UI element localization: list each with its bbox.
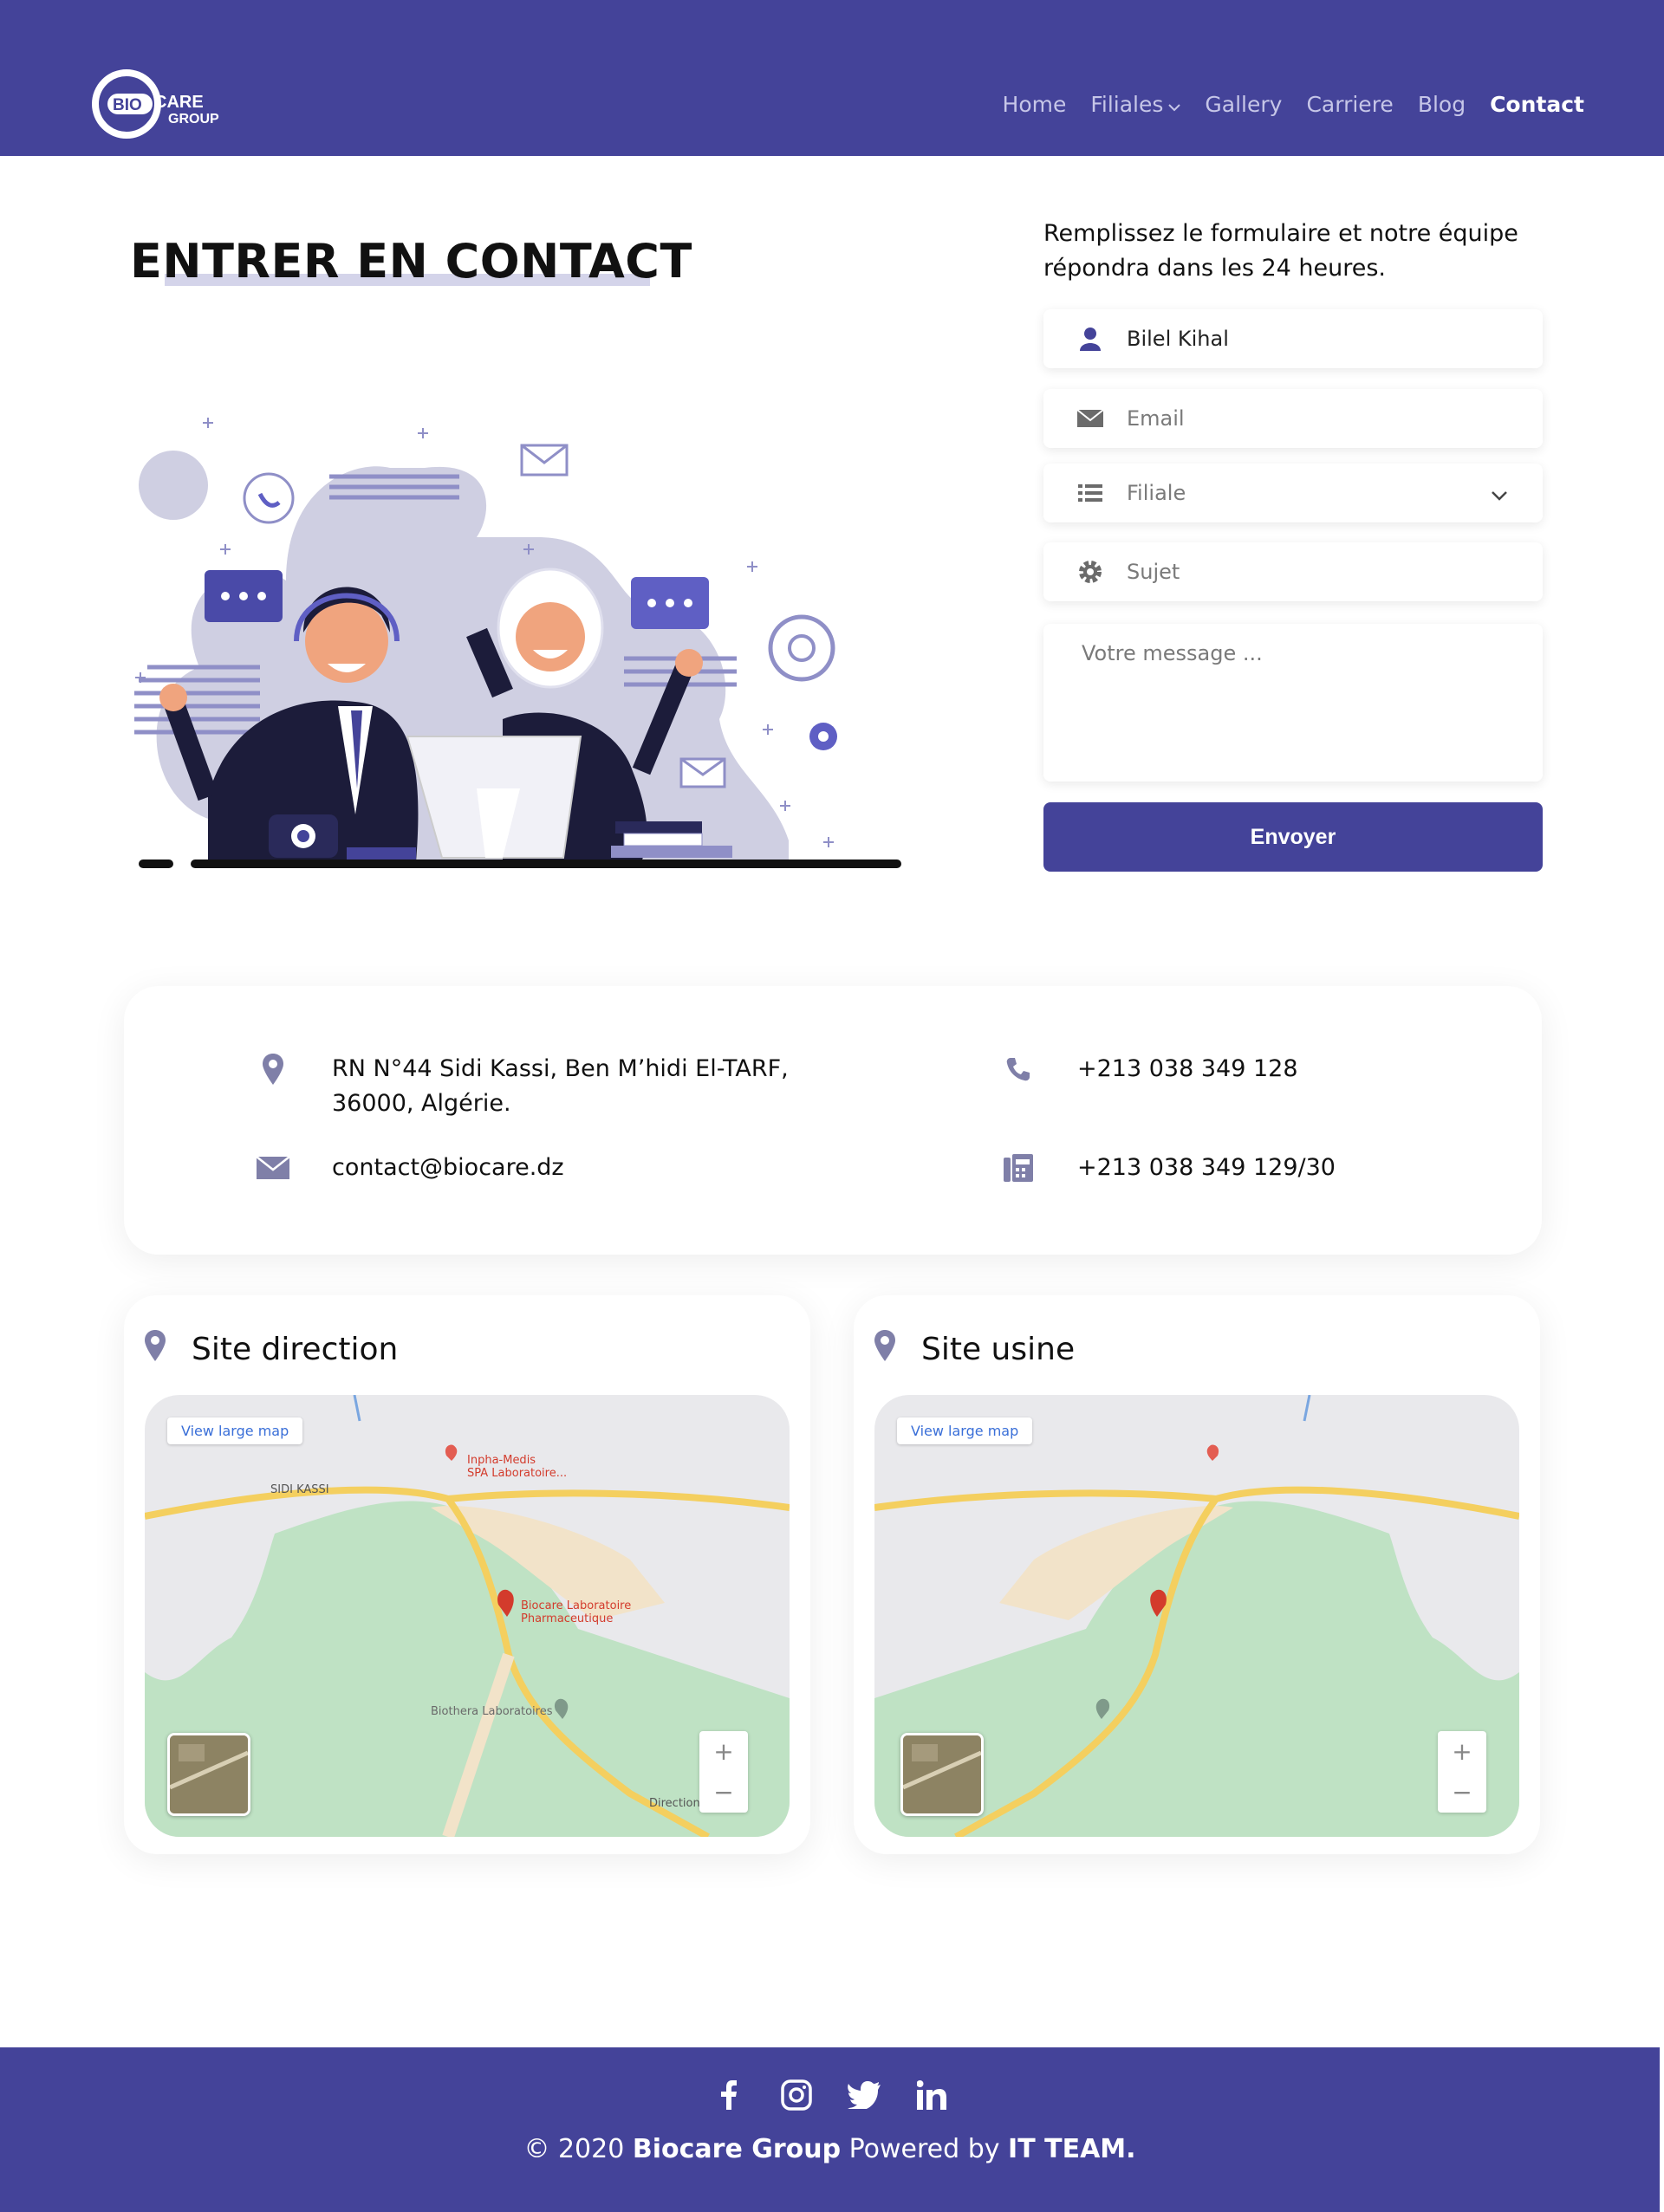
contact-info-card: RN N°44 Sidi Kassi, Ben M’hidi El-TARF, 3… (124, 986, 1542, 1255)
fax-icon (1001, 1151, 1036, 1185)
nav-home[interactable]: Home (1003, 92, 1067, 117)
site-usine-card: Site usine View large map + − (854, 1295, 1540, 1854)
email-input[interactable]: Email (1127, 406, 1185, 431)
map-label-inpha-2: SPA Laboratoire... (467, 1467, 568, 1480)
map-label-biocare-1: Biocare Laboratoire (521, 1599, 632, 1612)
site-direction-heading: Site direction (145, 1330, 398, 1369)
address-item: RN N°44 Sidi Kassi, Ben M’hidi El-TARF, 3… (256, 1052, 789, 1121)
logo-text-care: CARE (154, 93, 204, 112)
site-usine-title: Site usine (921, 1332, 1076, 1367)
site-direction-title: Site direction (192, 1332, 399, 1367)
satellite-toggle[interactable] (900, 1733, 984, 1816)
view-large-map-link[interactable]: View large map (897, 1417, 1033, 1444)
email-item: contact@biocare.dz (256, 1151, 564, 1185)
nav-carriere[interactable]: Carriere (1306, 92, 1393, 117)
fax-number: +213 038 349 129/30 (1077, 1154, 1336, 1181)
submit-button[interactable]: Envoyer (1043, 802, 1543, 872)
address-line2: 36000, Algérie. (332, 1090, 511, 1117)
phone-item: +213 038 349 128 (1001, 1052, 1298, 1087)
site-usine-map[interactable]: View large map + − (874, 1395, 1519, 1837)
user-icon (1076, 327, 1104, 351)
filiale-select[interactable]: Filiale (1043, 464, 1543, 522)
phone-icon (1001, 1052, 1036, 1087)
satellite-toggle[interactable] (167, 1733, 250, 1816)
address-line1: RN N°44 Sidi Kassi, Ben M’hidi El-TARF, (332, 1055, 789, 1082)
site-footer: © 2020 Biocare Group Powered by IT TEAM. (0, 2047, 1660, 2212)
gear-icon (1076, 560, 1104, 584)
linkedin-icon[interactable] (915, 2079, 948, 2111)
twitter-icon[interactable] (847, 2079, 881, 2111)
message-placeholder: Votre message ... (1082, 641, 1263, 665)
copyright-dot: . (1126, 2134, 1136, 2164)
site-direction-map[interactable]: View large map Biocare Laboratoire Pharma… (145, 1395, 790, 1837)
map-label-biocare: Biocare Laboratoire Pharmaceutique (521, 1599, 631, 1625)
zoom-in-button[interactable]: + (1452, 1737, 1472, 1766)
site-usine-heading: Site usine (874, 1330, 1075, 1369)
name-input[interactable]: Bilel Kihal (1127, 327, 1229, 351)
nav-blog[interactable]: Blog (1418, 92, 1466, 117)
nav-filiales-label: Filiales (1090, 92, 1164, 117)
main-nav: Home Filiales Gallery Carriere Blog Cont… (1003, 92, 1584, 117)
instagram-icon[interactable] (780, 2079, 813, 2111)
nav-contact[interactable]: Contact (1490, 92, 1584, 117)
nav-gallery[interactable]: Gallery (1205, 92, 1282, 117)
map-label-biothera: Biothera Laboratoires (431, 1705, 553, 1718)
map-pin-icon (256, 1052, 290, 1087)
list-icon (1076, 481, 1104, 505)
email-address[interactable]: contact@biocare.dz (332, 1151, 564, 1185)
copyright: © 2020 Biocare Group Powered by IT TEAM. (0, 2134, 1660, 2164)
site-direction-card: Site direction View large map Biocare La… (124, 1295, 810, 1854)
map-pin-icon (145, 1330, 166, 1369)
map-zoom-controls: + − (1438, 1731, 1486, 1813)
social-links (0, 2079, 1660, 2111)
map-label-inpha-1: Inpha-Medis (467, 1454, 536, 1467)
logo-text-bio: BIO (113, 96, 142, 114)
zoom-in-button[interactable]: + (713, 1737, 733, 1766)
copyright-team: IT TEAM (1008, 2134, 1127, 2164)
copyright-prefix: © 2020 (523, 2134, 633, 2164)
message-textarea[interactable]: Votre message ... (1043, 624, 1543, 782)
page-title: ENTRER EN CONTACT (130, 234, 692, 289)
name-field[interactable]: Bilel Kihal (1043, 309, 1543, 368)
copyright-company: Biocare Group (632, 2134, 842, 2164)
chevron-down-icon (1491, 483, 1508, 507)
envelope-icon (256, 1151, 290, 1185)
form-intro: Remplissez le formulaire et notre équipe… (1043, 220, 1518, 282)
facebook-icon[interactable] (712, 2079, 745, 2111)
chevron-down-icon (1168, 92, 1181, 117)
subject-field[interactable]: Sujet (1043, 542, 1543, 601)
map-label-inpha: Inpha-Medis SPA Laboratoire... (467, 1454, 567, 1480)
email-field[interactable]: Email (1043, 389, 1543, 448)
map-label-sidi-kassi: SIDI KASSI (270, 1483, 329, 1496)
map-label-direction: Direction (649, 1797, 700, 1810)
logo-text-group: GROUP (168, 112, 219, 126)
site-header: BIO CARE GROUP Home Filiales Gallery Car… (0, 0, 1664, 156)
envelope-icon (1076, 406, 1104, 431)
fax-item: +213 038 349 129/30 (1001, 1151, 1336, 1185)
zoom-out-button[interactable]: − (1452, 1778, 1472, 1807)
call-center-illustration (130, 407, 901, 879)
map-label-biocare-2: Pharmaceutique (521, 1612, 614, 1625)
phone-number[interactable]: +213 038 349 128 (1077, 1052, 1298, 1087)
map-zoom-controls: + − (699, 1731, 748, 1813)
map-pin-icon (874, 1330, 895, 1369)
subject-input[interactable]: Sujet (1127, 560, 1180, 584)
copyright-powered: Powered by (841, 2134, 1009, 2164)
nav-filiales[interactable]: Filiales (1090, 92, 1181, 117)
zoom-out-button[interactable]: − (713, 1778, 733, 1807)
biocare-logo[interactable]: BIO CARE GROUP (92, 64, 248, 144)
view-large-map-link[interactable]: View large map (167, 1417, 303, 1444)
filiale-select-value: Filiale (1127, 481, 1186, 505)
